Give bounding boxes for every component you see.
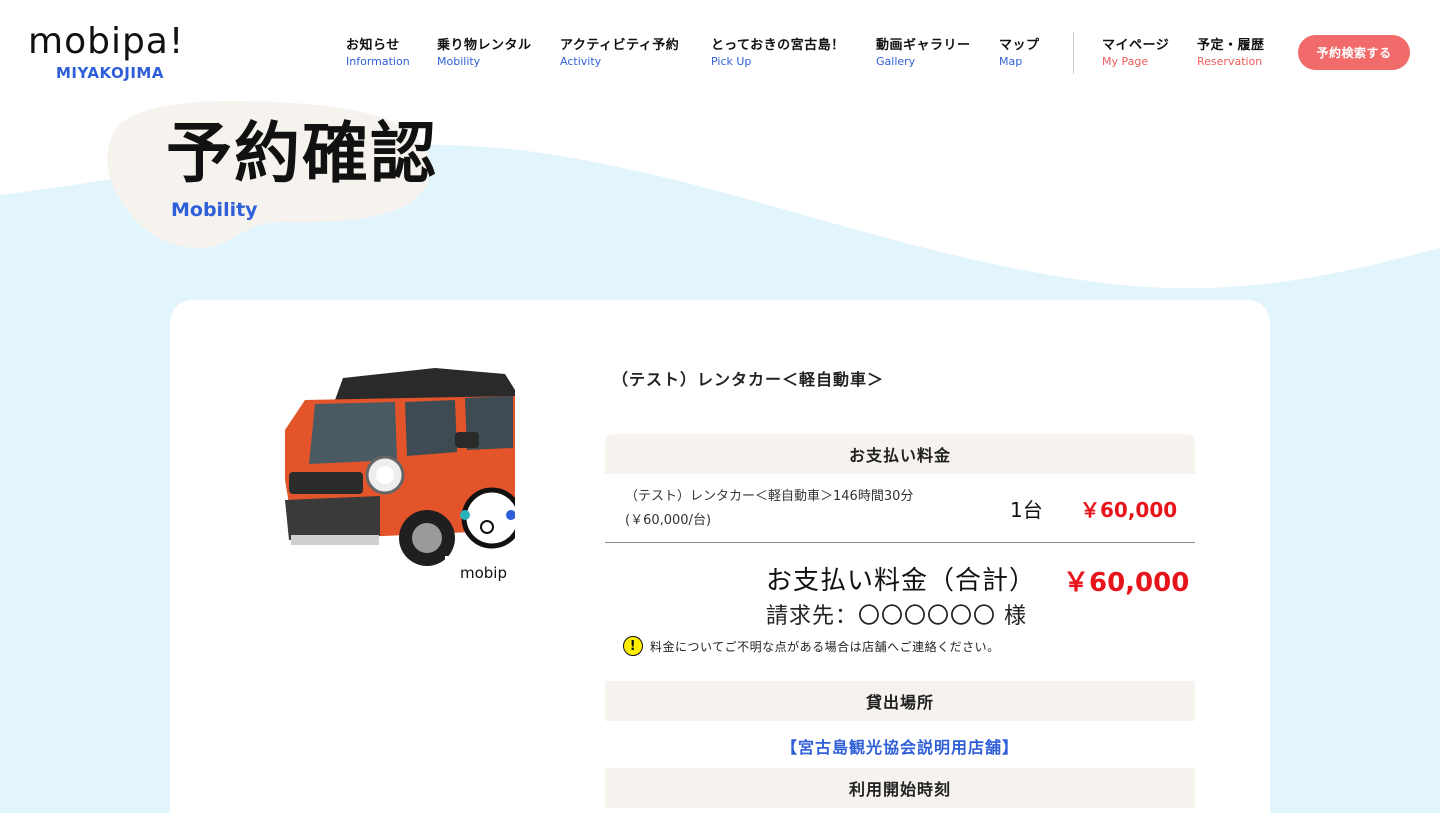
nav-item-mobility[interactable]: 乗り物レンタル Mobility — [437, 37, 532, 69]
line-item-unit-price: (￥60,000/台) — [625, 513, 712, 528]
price-notice: ! 料金についてご不明な点がある場合は店舗へご連絡ください。 — [623, 636, 1000, 656]
page-title: 予約確認 — [166, 115, 438, 192]
start-time-heading: 利用開始時刻 — [605, 768, 1195, 808]
nav-label: お知らせ — [346, 38, 400, 53]
site-header: mobipa! MIYAKOJIMA お知らせ Information 乗り物レ… — [0, 0, 1440, 100]
payment-heading: お支払い料金 — [605, 434, 1195, 474]
nav-sublabel: Mobility — [437, 55, 481, 68]
total-label: お支払い料金（合計） — [766, 566, 1037, 596]
rental-place-link[interactable]: 【宮古島観光協会説明用店舗】 — [605, 734, 1195, 758]
nav-item-reservation[interactable]: 予定・履歴 Reservation — [1197, 37, 1265, 69]
nav-label: 乗り物レンタル — [437, 38, 532, 53]
nav-sublabel: Gallery — [876, 55, 916, 68]
line-item-name: （テスト）レンタカー＜軽自動車＞146時間30分 — [625, 489, 914, 504]
site-logo[interactable]: mobipa! MIYAKOJIMA — [28, 20, 208, 82]
image-logo-text: mobip — [460, 564, 507, 582]
nav-sublabel: My Page — [1102, 55, 1149, 68]
nav-label: 動画ギャラリー — [876, 38, 971, 53]
nav-label: マイページ — [1102, 38, 1170, 53]
reservation-search-button[interactable]: 予約検索する — [1298, 35, 1410, 70]
nav-item-mypage[interactable]: マイページ My Page — [1102, 37, 1169, 69]
nav-item-information[interactable]: お知らせ Information — [346, 37, 410, 69]
nav-item-map[interactable]: マップ Map — [999, 37, 1040, 69]
nav-sublabel: Pick Up — [711, 55, 752, 68]
nav-item-activity[interactable]: アクティビティ予約 Activity — [560, 37, 679, 69]
nav-divider — [1073, 32, 1074, 74]
rental-place-heading: 貸出場所 — [605, 681, 1195, 721]
product-name: （テスト）レンタカー＜軽自動車＞ — [612, 370, 885, 389]
nav-sublabel: Reservation — [1197, 55, 1263, 68]
page-subtitle: Mobility — [171, 199, 258, 221]
logo-subtext: MIYAKOJIMA — [56, 64, 164, 82]
nav-item-gallery[interactable]: 動画ギャラリー Gallery — [876, 37, 971, 69]
logo-text: mobipa! — [28, 21, 185, 62]
line-item-price: ￥60,000 — [1080, 498, 1178, 522]
warning-icon: ! — [623, 636, 643, 656]
nav-sublabel: Map — [999, 55, 1023, 68]
line-item-quantity: 1台 — [1010, 498, 1043, 522]
vehicle-image: mobip — [285, 360, 515, 585]
billing-recipient: 請求先：〇〇〇〇〇〇 様 — [766, 604, 1027, 629]
total-price: ￥60,000 — [1063, 568, 1190, 598]
nav-label: マップ — [999, 38, 1040, 53]
nav-label: アクティビティ予約 — [560, 38, 680, 53]
line-item-description: （テスト）レンタカー＜軽自動車＞146時間30分 (￥60,000/台) — [625, 485, 913, 533]
nav-label: とっておきの宮古島！ — [711, 38, 845, 53]
nav-item-pickup[interactable]: とっておきの宮古島！ Pick Up — [711, 37, 845, 69]
nav-label: 予定・履歴 — [1197, 38, 1265, 53]
line-separator — [605, 542, 1195, 543]
nav-sublabel: Information — [346, 55, 410, 68]
notice-text: 料金についてご不明な点がある場合は店舗へご連絡ください。 — [650, 639, 1000, 654]
nav-sublabel: Activity — [560, 55, 602, 68]
